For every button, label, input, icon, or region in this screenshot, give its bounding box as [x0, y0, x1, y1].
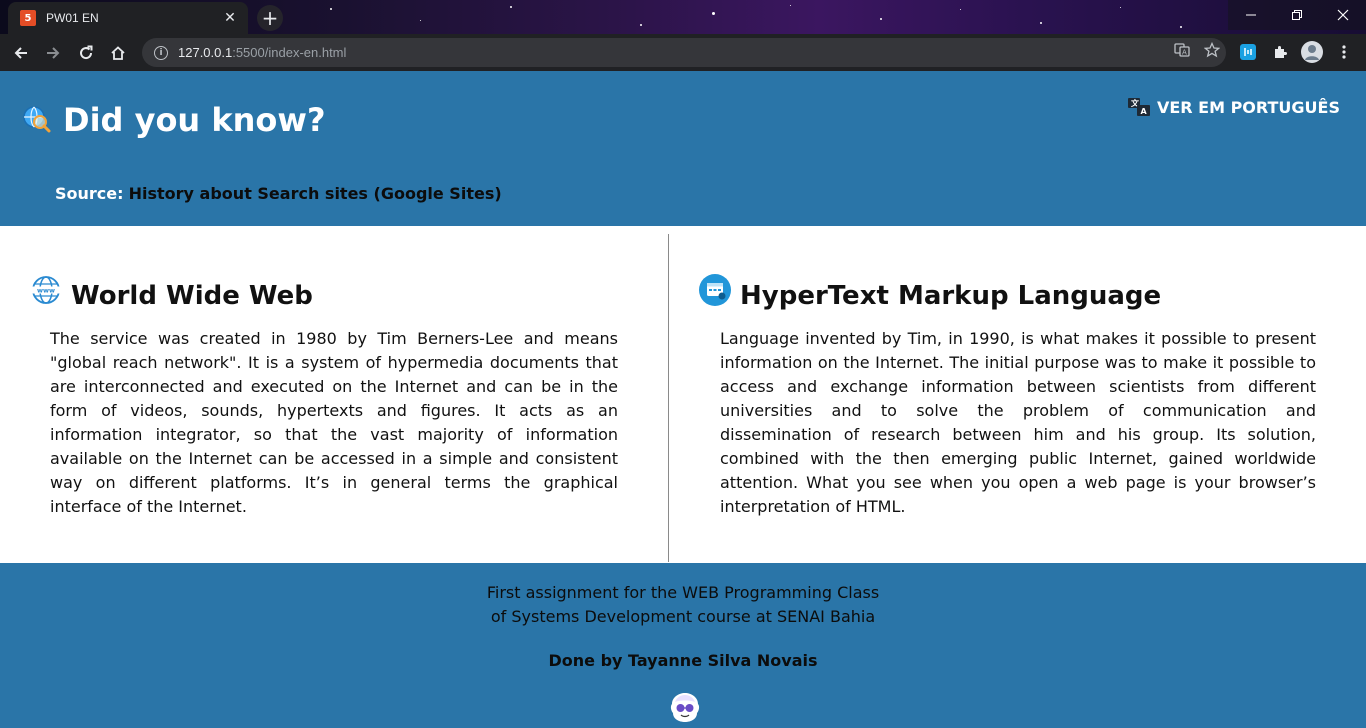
url-text: 127.0.0.1:5500/index-en.html — [178, 45, 347, 60]
main-content: www World Wide Web The service was creat… — [0, 226, 1366, 563]
section-html: HyperText Markup Language Language inven… — [699, 274, 1316, 519]
extension-icon[interactable] — [1238, 42, 1258, 62]
html5-icon: 5 — [20, 10, 36, 26]
page-title: Did you know? — [63, 101, 326, 139]
bookmark-star-icon[interactable] — [1203, 41, 1221, 62]
address-bar[interactable]: i 127.0.0.1:5500/index-en.html A — [142, 38, 1226, 67]
page-header: Did you know? 文 A VER EM PORTUGUÊS Sourc… — [0, 71, 1366, 226]
tab-title: PW01 EN — [46, 11, 99, 25]
svg-text:A: A — [1140, 107, 1147, 116]
new-tab-button[interactable]: + — [257, 5, 283, 31]
avatar-logo-icon — [670, 693, 700, 722]
browser-window-icon — [699, 274, 731, 306]
forward-button[interactable] — [40, 40, 66, 66]
section-title: World Wide Web — [71, 281, 313, 311]
footer-line-2: of Systems Development course at SENAI B… — [490, 607, 876, 626]
section-text: The service was created in 1980 by Tim B… — [50, 329, 618, 516]
close-tab-icon[interactable]: ✕ — [222, 10, 238, 26]
browser-tab-active[interactable]: 5 PW01 EN ✕ — [8, 2, 248, 34]
page-footer: First assignment for the WEB Programming… — [0, 563, 1366, 728]
footer-author: Done by Tayanne Silva Novais — [548, 651, 818, 670]
browser-menu-icon[interactable] — [1334, 42, 1354, 62]
language-switch-label: VER EM PORTUGUÊS — [1156, 97, 1340, 117]
back-button[interactable] — [8, 40, 34, 66]
home-button[interactable] — [105, 40, 131, 66]
www-globe-icon: www — [32, 276, 60, 304]
svg-text:A: A — [1182, 49, 1187, 57]
site-info-icon[interactable]: i — [154, 45, 168, 60]
browser-toolbar: i 127.0.0.1:5500/index-en.html A — [0, 34, 1366, 71]
source-label: Source: — [55, 184, 124, 203]
reload-button[interactable] — [73, 40, 99, 66]
profile-avatar[interactable] — [1301, 41, 1323, 63]
section-world-wide-web: www World Wide Web The service was creat… — [30, 274, 618, 519]
translate-page-icon[interactable]: A — [1174, 42, 1190, 62]
source-link[interactable]: History about Search sites (Google Sites… — [129, 184, 502, 203]
language-switch-link[interactable]: 文 A VER EM PORTUGUÊS — [1127, 97, 1340, 117]
translate-icon: 文 A — [1127, 97, 1151, 117]
column-divider — [668, 234, 669, 562]
source-line: Source: History about Search sites (Goog… — [55, 184, 502, 203]
web-page: Did you know? 文 A VER EM PORTUGUÊS Sourc… — [0, 71, 1366, 728]
minimize-window-button[interactable] — [1228, 0, 1274, 30]
footer-line-1: First assignment for the WEB Programming… — [486, 583, 880, 602]
section-title: HyperText Markup Language — [740, 281, 1162, 311]
globe-search-icon — [23, 106, 51, 133]
section-text: Language invented by Tim, in 1990, is wh… — [720, 329, 1316, 516]
restore-window-button[interactable] — [1274, 0, 1320, 30]
close-window-button[interactable] — [1320, 0, 1366, 30]
browser-tab-strip: 5 PW01 EN ✕ + — [0, 0, 1366, 34]
svg-text:www: www — [37, 287, 55, 295]
extensions-puzzle-icon[interactable] — [1270, 42, 1290, 62]
